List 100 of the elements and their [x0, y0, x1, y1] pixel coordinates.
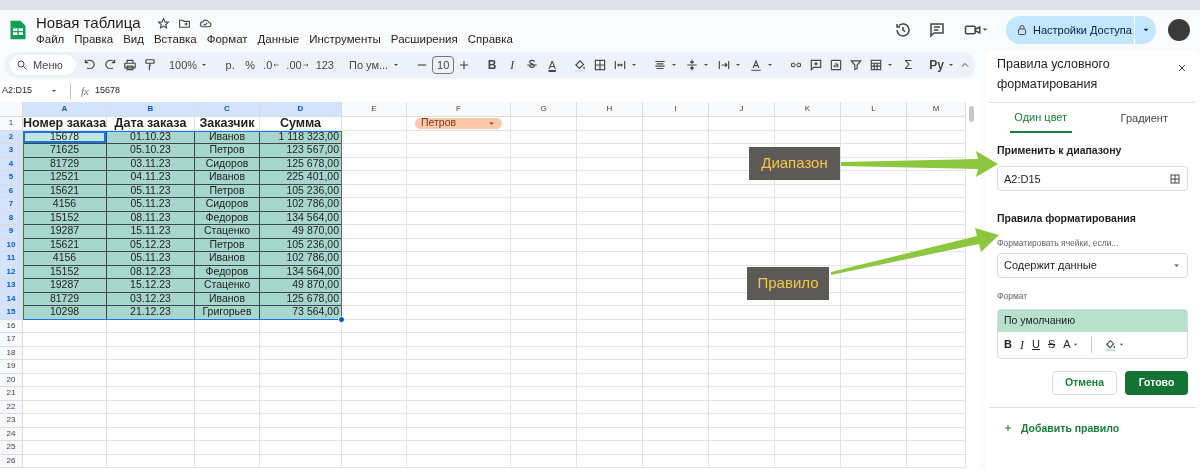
- row-header[interactable]: 11: [0, 252, 23, 266]
- row-header[interactable]: 25: [0, 441, 23, 455]
- add-rule-link[interactable]: Добавить правило: [1021, 420, 1120, 437]
- menu-item[interactable]: Инструменты: [309, 32, 381, 46]
- formula-field[interactable]: 15678: [94, 84, 120, 98]
- increase-decimals-button[interactable]: .00: [283, 54, 313, 76]
- caret-down-icon[interactable]: [702, 61, 711, 69]
- row-header[interactable]: 5: [0, 171, 23, 185]
- menu-item[interactable]: Данные: [257, 32, 300, 46]
- row-header[interactable]: 13: [0, 279, 23, 293]
- fill-color-icon[interactable]: [1103, 338, 1117, 351]
- column-header[interactable]: G: [511, 102, 577, 117]
- fill-handle[interactable]: [338, 315, 345, 323]
- column-header[interactable]: C: [195, 102, 260, 117]
- bold-button[interactable]: B: [482, 54, 503, 76]
- document-title[interactable]: Новая таблица: [36, 14, 141, 32]
- menu-item[interactable]: Вид: [123, 32, 144, 46]
- table-cell: [342, 144, 407, 158]
- input-tools-button[interactable]: Ру: [926, 54, 947, 76]
- row-header[interactable]: 7: [0, 198, 23, 212]
- menu-item[interactable]: Файл: [36, 32, 65, 46]
- text-color-button[interactable]: A: [542, 54, 563, 76]
- panel-tab[interactable]: Градиент: [1113, 105, 1176, 133]
- add-comment-icon[interactable]: [809, 58, 824, 72]
- chart-icon[interactable]: [829, 58, 844, 72]
- caret-down-icon[interactable]: [630, 61, 639, 69]
- text-rotate-icon[interactable]: [749, 58, 764, 72]
- font-size-field[interactable]: 10: [432, 56, 455, 74]
- menu-item[interactable]: Правка: [74, 32, 114, 46]
- column-header[interactable]: A: [23, 102, 107, 117]
- column-header[interactable]: M: [907, 102, 966, 117]
- row-header[interactable]: 23: [0, 414, 23, 428]
- caret-down-icon[interactable]: [392, 61, 401, 69]
- number-format-button[interactable]: 123: [312, 54, 337, 76]
- text-color-button[interactable]: A: [1063, 336, 1071, 353]
- menu-item[interactable]: Вставка: [153, 32, 197, 46]
- caret-down-icon[interactable]: [886, 61, 895, 69]
- plus-icon[interactable]: [1003, 423, 1013, 434]
- close-icon[interactable]: [1176, 62, 1188, 74]
- row-header[interactable]: 3: [0, 144, 23, 158]
- currency-button[interactable]: р.: [220, 54, 241, 76]
- filter-icon[interactable]: [849, 58, 864, 72]
- menu-item[interactable]: Расширения: [390, 32, 458, 46]
- italic-button[interactable]: I: [1019, 335, 1024, 354]
- column-header[interactable]: E: [342, 102, 407, 117]
- vertical-align-icon[interactable]: [685, 58, 700, 72]
- fill-color-icon[interactable]: [573, 58, 588, 72]
- print-icon[interactable]: [123, 58, 137, 72]
- caret-down-icon[interactable]: [734, 61, 743, 69]
- column-header[interactable]: B: [107, 102, 195, 117]
- row-header[interactable]: 21: [0, 387, 23, 401]
- comment-icon[interactable]: [928, 21, 946, 39]
- column-header[interactable]: H: [577, 102, 643, 117]
- avatar[interactable]: [1168, 19, 1190, 41]
- redo-icon[interactable]: [103, 58, 117, 72]
- functions-button[interactable]: Σ: [898, 54, 919, 76]
- star-icon[interactable]: [156, 16, 170, 30]
- range-field[interactable]: A2:D15: [997, 166, 1188, 192]
- align-left-icon[interactable]: [653, 58, 668, 72]
- strikethrough-button[interactable]: S: [1047, 336, 1056, 353]
- paint-roller-icon[interactable]: [143, 58, 157, 72]
- column-header[interactable]: F: [407, 102, 511, 117]
- dropdown-chip[interactable]: Петров: [415, 117, 502, 129]
- row-header[interactable]: 17: [0, 333, 23, 347]
- cancel-button[interactable]: Отмена: [1052, 370, 1117, 395]
- share-button[interactable]: Настройки Доступа: [1006, 16, 1156, 44]
- row-header[interactable]: 1: [0, 117, 23, 131]
- bold-button[interactable]: B: [1004, 336, 1012, 353]
- column-header[interactable]: D: [260, 102, 342, 117]
- search-field[interactable]: Меню: [10, 55, 76, 75]
- column-header[interactable]: L: [841, 102, 907, 117]
- row-header[interactable]: 19: [0, 360, 23, 374]
- row-header[interactable]: 9: [0, 225, 23, 239]
- merge-cells-icon[interactable]: [613, 58, 628, 72]
- italic-button[interactable]: I: [502, 54, 523, 76]
- text-wrap-icon[interactable]: [717, 58, 732, 72]
- underline-button[interactable]: U: [1031, 336, 1040, 353]
- borders-icon[interactable]: [593, 58, 608, 72]
- table-icon[interactable]: [869, 58, 884, 72]
- zoom-select[interactable]: 100%: [166, 54, 201, 76]
- panel-tab[interactable]: Один цвет: [1009, 105, 1072, 133]
- undo-icon[interactable]: [83, 58, 97, 72]
- condition-select[interactable]: Содержит данные: [997, 252, 1188, 278]
- row-header[interactable]: 15: [0, 306, 23, 320]
- menu-item[interactable]: Справка: [467, 32, 513, 46]
- font-select[interactable]: По ум...: [345, 54, 393, 76]
- menu-item[interactable]: Формат: [206, 32, 248, 46]
- name-box[interactable]: A2:D15: [2, 84, 66, 98]
- caret-down-icon[interactable]: [200, 61, 209, 69]
- done-button[interactable]: Готово: [1125, 370, 1188, 395]
- column-header[interactable]: I: [643, 102, 709, 117]
- column-header[interactable]: K: [775, 102, 841, 117]
- column-header[interactable]: J: [709, 102, 775, 117]
- select-range-icon[interactable]: [1169, 172, 1181, 185]
- caret-down-icon[interactable]: [766, 61, 775, 69]
- percent-button[interactable]: %: [240, 54, 261, 76]
- scrollbar-thumb[interactable]: [969, 106, 974, 122]
- decrease-decimals-button[interactable]: .0: [260, 54, 284, 76]
- history-icon[interactable]: [894, 21, 912, 39]
- caret-down-icon[interactable]: [670, 61, 679, 69]
